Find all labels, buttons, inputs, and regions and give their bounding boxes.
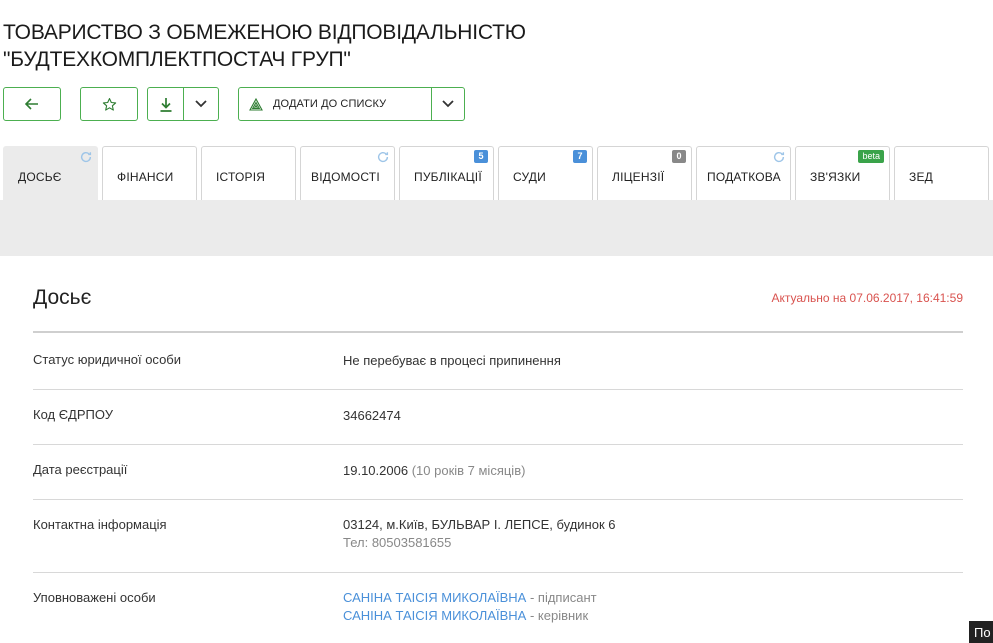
download-button-group (147, 87, 219, 121)
phone: Тел: 80503581655 (343, 535, 452, 550)
add-to-list-options-button[interactable] (432, 88, 464, 120)
tab-finances[interactable]: ФІНАНСИ (102, 146, 197, 200)
add-to-list-button-group: ДОДАТИ ДО СПИСКУ (238, 87, 465, 121)
registration-date: 19.10.2006 (343, 463, 409, 478)
download-icon (160, 97, 171, 112)
tab-label: ВІДОМОСТІ (311, 170, 380, 184)
download-button[interactable] (148, 88, 184, 120)
row-label: Контактна інформація (33, 517, 167, 532)
refresh-icon (377, 151, 389, 163)
contacts-value: 03124, м.Київ, БУЛЬВАР І. ЛЕПСЕ, будинок… (343, 516, 616, 552)
person-link[interactable]: САНІНА ТАІСІЯ МИКОЛАЇВНА (343, 590, 526, 605)
status-row: Статус юридичної особи Не перебуває в пр… (33, 333, 963, 390)
address: 03124, м.Київ, БУЛЬВАР І. ЛЕПСЕ, будинок… (343, 517, 616, 532)
person-role: - підписант (526, 590, 597, 605)
registration-row: Дата реєстрації 19.10.2006 (10 років 7 м… (33, 445, 963, 500)
beta-badge: beta (858, 150, 884, 163)
arrow-left-icon (25, 98, 38, 110)
tab-information[interactable]: ВІДОМОСТІ (300, 146, 395, 200)
refresh-icon (80, 151, 92, 163)
tab-courts[interactable]: СУДИ 7 (498, 146, 593, 200)
favorite-button[interactable] (80, 87, 138, 121)
tab-label: ІСТОРІЯ (216, 170, 266, 184)
refresh-icon (773, 151, 785, 163)
star-icon (102, 97, 116, 111)
tab-label: ФІНАНСИ (117, 170, 174, 184)
tab-label: СУДИ (513, 170, 546, 184)
persons-list: САНІНА ТАІСІЯ МИКОЛАЇВНА - підписант САН… (343, 589, 597, 625)
tab-connections[interactable]: ЗВ'ЯЗКИ beta (795, 146, 890, 200)
tab-history[interactable]: ІСТОРІЯ (201, 146, 296, 200)
tab-label: ПУБЛІКАЦІЇ (414, 170, 482, 184)
tab-foreign-trade[interactable]: ЗЕД (894, 146, 989, 200)
edrpou-row: Код ЄДРПОУ 34662474 (33, 390, 963, 445)
tab-dossier[interactable]: ДОСЬЄ (3, 146, 98, 201)
company-name-line1: ТОВАРИСТВО З ОБМЕЖЕНОЮ ВІДПОВІДАЛЬНІСТЮ (3, 21, 526, 44)
company-name-line2: "БУДТЕХКОМПЛЕКТПОСТАЧ ГРУП" (3, 48, 351, 71)
download-options-button[interactable] (184, 88, 218, 120)
company-name: ТОВАРИСТВО З ОБМЕЖЕНОЮ ВІДПОВІДАЛЬНІСТЮ … (3, 19, 603, 73)
tab-label: ЛІЦЕНЗІЇ (612, 170, 665, 184)
status-value: Не перебуває в процесі припинення (343, 353, 561, 368)
section-title: Досьє (33, 286, 92, 309)
tab-licenses[interactable]: ЛІЦЕНЗІЇ 0 (597, 146, 692, 200)
registration-value: 19.10.2006 (10 років 7 місяців) (343, 462, 525, 480)
edrpou-value: 34662474 (343, 408, 401, 423)
list-logo-icon (249, 97, 263, 111)
person-link[interactable]: САНІНА ТАІСІЯ МИКОЛАЇВНА (343, 608, 526, 623)
tab-publications[interactable]: ПУБЛІКАЦІЇ 5 (399, 146, 494, 200)
tabs-panel-background (0, 200, 993, 256)
add-to-list-button[interactable]: ДОДАТИ ДО СПИСКУ (239, 88, 432, 120)
updated-timestamp: Актуально на 07.06.2017, 16:41:59 (771, 291, 963, 305)
registration-age: (10 років 7 місяців) (411, 463, 526, 478)
contacts-row: Контактна інформація 03124, м.Київ, БУЛЬ… (33, 500, 963, 573)
corner-popup[interactable]: По (969, 621, 993, 643)
row-label: Код ЄДРПОУ (33, 407, 113, 422)
persons-row: Уповноважені особи САНІНА ТАІСІЯ МИКОЛАЇ… (33, 573, 963, 643)
tab-label: ДОСЬЄ (18, 170, 62, 184)
tab-label: ЗВ'ЯЗКИ (810, 170, 861, 184)
back-button[interactable] (3, 87, 61, 121)
courts-count-badge: 7 (573, 150, 587, 163)
licenses-count-badge: 0 (672, 150, 686, 163)
row-label: Уповноважені особи (33, 590, 156, 605)
chevron-down-icon (195, 100, 207, 108)
person-role: - керівник (526, 608, 589, 623)
person-item: САНІНА ТАІСІЯ МИКОЛАЇВНА - підписант (343, 589, 597, 607)
tab-label: ПОДАТКОВА (707, 170, 781, 184)
row-label: Дата реєстрації (33, 462, 128, 477)
tab-tax[interactable]: ПОДАТКОВА (696, 146, 791, 200)
dossier-card: Досьє Актуально на 07.06.2017, 16:41:59 … (3, 256, 993, 643)
row-label: Статус юридичної особи (33, 352, 182, 367)
add-to-list-label: ДОДАТИ ДО СПИСКУ (273, 98, 387, 110)
tab-label: ЗЕД (909, 170, 933, 184)
chevron-down-icon (442, 100, 454, 108)
publications-count-badge: 5 (474, 150, 488, 163)
person-item: САНІНА ТАІСІЯ МИКОЛАЇВНА - керівник (343, 607, 597, 625)
